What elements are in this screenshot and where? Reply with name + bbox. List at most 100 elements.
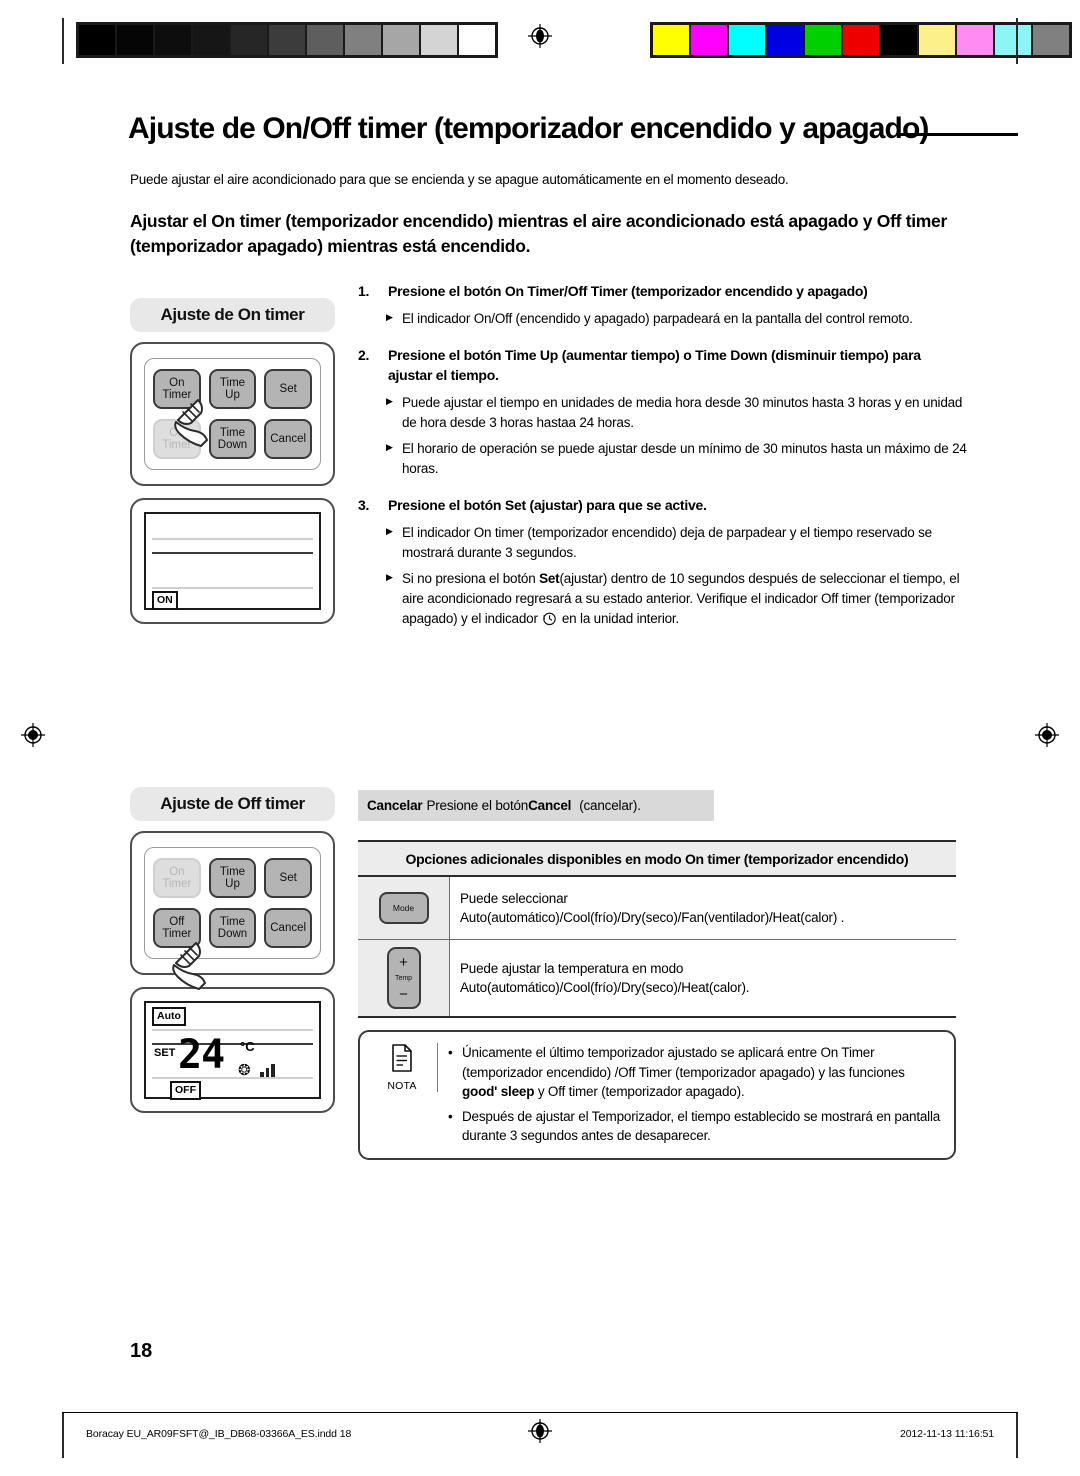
off-timer-panel-label: Ajuste de Off timer (130, 787, 335, 821)
button-cancel[interactable]: Cancel (264, 419, 312, 459)
lcd-status-tag-on: ON (152, 591, 178, 610)
button-off-timer[interactable]: Off Timer (153, 419, 201, 459)
mode-button-label: Mode (392, 903, 415, 913)
button-on-timer-label: On Timer (162, 865, 192, 890)
step-number: 1. (358, 283, 370, 299)
button-cancel[interactable]: Cancel (264, 908, 312, 948)
registration-mark-bottom-center (527, 1418, 553, 1444)
on-timer-panel-label: Ajuste de On timer (130, 298, 335, 332)
minus-icon[interactable]: − (399, 987, 408, 1002)
step-item: 2. Presione el botón Time Up (aumentar t… (358, 346, 968, 478)
triangle-bullet-icon: ▶ (386, 311, 393, 322)
step-bullet-text: Puede ajustar el tiempo en unidades de m… (402, 395, 963, 430)
button-time-down-label: Time Down (217, 915, 248, 940)
button-off-timer[interactable]: Off Timer (153, 908, 201, 948)
button-time-up[interactable]: Time Up (208, 858, 257, 898)
right-edge-rule-top (1016, 18, 1018, 64)
triangle-bullet-icon: ▶ (386, 572, 393, 583)
color-swatch (843, 25, 879, 55)
button-on-timer[interactable]: On Timer (153, 858, 201, 898)
step-bullet-text: El horario de operación se puede ajustar… (402, 441, 967, 476)
clock-icon (542, 611, 557, 632)
color-swatch (767, 25, 803, 55)
note-label: NOTA (387, 1080, 417, 1092)
grayscale-swatch (155, 25, 191, 55)
grayscale-swatch (459, 25, 495, 55)
button-set-label: Set (279, 871, 297, 884)
additional-options-table: Opciones adicionales disponibles en modo… (358, 840, 956, 1018)
grayscale-calibration-strip (76, 22, 498, 58)
color-swatch (729, 25, 765, 55)
step-bullet-text: El indicador On/Off (encendido y apagado… (402, 310, 913, 326)
footer-timestamp: 2012-11-13 11:16:51 (899, 1428, 994, 1440)
step-bullet: ▶ El indicador On timer (temporizador en… (358, 523, 968, 562)
on-timer-lcd-screen: ON (144, 512, 321, 610)
step-bullet: ▶ El horario de operación se puede ajust… (358, 439, 968, 478)
color-swatch (805, 25, 841, 55)
table-row: Mode Puede seleccionar Auto(automático)/… (358, 877, 956, 940)
cancel-instruction-strip: Cancelar Presione el botón Cancel (cancela… (358, 790, 714, 821)
bullet-text-part1: Si no presiona el botón (402, 571, 540, 587)
bullet-dot-icon: • (448, 1108, 453, 1124)
color-swatch (653, 25, 689, 55)
temp-button-label: Temp (394, 974, 413, 982)
note-item: • Después de ajustar el Temporizador, el… (448, 1107, 941, 1146)
color-swatch (995, 25, 1031, 55)
title-underline-rule (900, 133, 1018, 136)
fan-speed-bars-icon (260, 1063, 275, 1077)
mode-button-icon-cell: Mode (358, 877, 450, 939)
button-on-timer-label: On Timer (162, 376, 192, 401)
left-edge-rule-bottom (62, 1412, 64, 1458)
color-swatch (691, 25, 727, 55)
bullet-bold-set: Set (539, 571, 560, 587)
grayscale-swatch (117, 25, 153, 55)
note-box: NOTA • Únicamente el último temporizador… (358, 1030, 956, 1160)
button-on-timer[interactable]: On Timer (153, 369, 201, 409)
lcd-temperature-unit: °C (240, 1039, 255, 1054)
off-timer-remote-buttons: On Timer Time Up Set Off Timer Time Down Can… (130, 831, 335, 990)
step-bullet-text: Si no presiona el botón Set(ajustar) den… (402, 569, 968, 631)
left-edge-rule-top (62, 18, 64, 64)
section-heading: Ajustar el On timer (temporizador encend… (130, 211, 947, 256)
plus-icon[interactable]: + (399, 955, 408, 970)
button-time-down[interactable]: Time Down (208, 419, 257, 459)
registration-mark-left (20, 722, 46, 748)
note-item-text: Después de ajustar el Temporizador, el t… (462, 1108, 941, 1144)
step-number: 2. (358, 347, 370, 364)
note-item: • Únicamente el último temporizador ajus… (448, 1043, 941, 1102)
triangle-bullet-icon: ▶ (386, 526, 393, 537)
lcd-divider-lower (152, 587, 313, 589)
lcd-mode-tag-auto: Auto (152, 1007, 186, 1026)
on-timer-lcd-panel: ON (130, 498, 335, 624)
lcd-divider-mid (152, 552, 313, 554)
step-item: 1. Presione el botón On Timer/Off Timer … (358, 282, 968, 328)
grayscale-swatch (383, 25, 419, 55)
color-calibration-strip (650, 22, 1072, 58)
on-timer-remote-buttons: On Timer Time Up Set Off Timer Time Down Can… (130, 342, 335, 486)
button-time-down[interactable]: Time Down (208, 908, 257, 948)
note-item-text: Únicamente el último temporizador ajusta… (462, 1043, 941, 1102)
color-swatch (957, 25, 993, 55)
page-number: 18 (130, 1340, 153, 1362)
lcd-set-label: SET (154, 1047, 176, 1059)
button-set[interactable]: Set (264, 369, 312, 409)
off-timer-lcd-panel: Auto SET 24 °C ❂ OFF (130, 987, 335, 1113)
button-time-up-label: Time Up (219, 376, 246, 401)
grayscale-swatch (79, 25, 115, 55)
note-icon-wrapper: NOTA (373, 1043, 438, 1092)
temp-button-icon[interactable]: + Temp − (386, 947, 421, 1009)
button-off-timer-label: Off Timer (162, 426, 192, 451)
registration-mark-right (1034, 722, 1060, 748)
button-set[interactable]: Set (264, 858, 312, 898)
steps-list: 1. Presione el botón On Timer/Off Timer … (358, 282, 968, 642)
bullet-dot-icon: • (448, 1045, 453, 1060)
note-text-bold: good' sleep (462, 1084, 535, 1100)
grayscale-swatch (193, 25, 229, 55)
temp-button-icon-cell: + Temp − (358, 940, 450, 1016)
mode-button-icon[interactable]: Mode (378, 892, 429, 924)
fan-icon: ❂ (238, 1062, 251, 1079)
step-bullet-set-timeout: ▶ Si no presiona el botón Set(ajustar) d… (358, 569, 968, 631)
option-description: Puede ajustar la temperatura en modo Aut… (450, 940, 956, 1016)
step-title: Presione el botón Set (ajustar) para que… (388, 497, 707, 514)
button-time-up[interactable]: Time Up (208, 369, 257, 409)
